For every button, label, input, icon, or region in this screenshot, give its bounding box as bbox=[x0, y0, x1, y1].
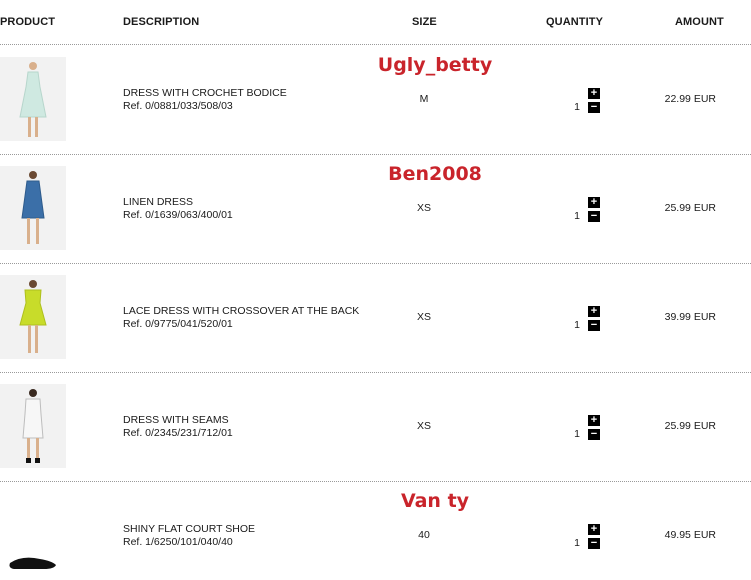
item-size: XS bbox=[416, 311, 431, 323]
item-quantity: 1 bbox=[574, 319, 580, 331]
header-product: PRODUCT bbox=[0, 16, 56, 28]
product-image[interactable] bbox=[0, 166, 66, 250]
product-image[interactable] bbox=[0, 493, 66, 577]
item-ref: Ref. 0/1639/063/400/01 bbox=[123, 209, 233, 221]
item-name[interactable]: LACE DRESS WITH CROSSOVER AT THE BACK bbox=[123, 305, 359, 318]
item-ref: Ref. 0/2345/231/712/01 bbox=[123, 427, 233, 439]
increase-quantity-button[interactable]: + bbox=[588, 524, 600, 535]
item-description: DRESS WITH SEAMS Ref. 0/2345/231/712/01 bbox=[123, 414, 233, 440]
item-size: XS bbox=[416, 420, 431, 432]
cart-row: LACE DRESS WITH CROSSOVER AT THE BACK Re… bbox=[0, 263, 751, 373]
item-amount: 49.95 EUR bbox=[664, 529, 716, 541]
dress-figure-icon bbox=[22, 389, 44, 463]
header-size: SIZE bbox=[412, 16, 437, 28]
username-label: Ugly_betty bbox=[377, 54, 493, 76]
product-image[interactable] bbox=[0, 384, 66, 468]
item-ref: Ref. 1/6250/101/040/40 bbox=[123, 536, 233, 548]
item-amount: 25.99 EUR bbox=[664, 202, 716, 214]
item-description: SHINY FLAT COURT SHOE Ref. 1/6250/101/04… bbox=[123, 523, 255, 549]
item-amount: 25.99 EUR bbox=[664, 420, 716, 432]
decrease-quantity-button[interactable]: − bbox=[588, 320, 600, 331]
username-label: Ben2008 bbox=[388, 163, 482, 185]
item-description: LINEN DRESS Ref. 0/1639/063/400/01 bbox=[123, 196, 233, 222]
username-label: Van ty bbox=[400, 490, 470, 512]
item-name[interactable]: DRESS WITH CROCHET BODICE bbox=[123, 87, 287, 100]
decrease-quantity-button[interactable]: − bbox=[588, 429, 600, 440]
item-size: M bbox=[419, 93, 429, 105]
header-amount: AMOUNT bbox=[675, 16, 724, 28]
cart-table-header: PRODUCT DESCRIPTION SIZE QUANTITY AMOUNT bbox=[0, 0, 751, 45]
item-quantity: 1 bbox=[574, 210, 580, 222]
item-description: LACE DRESS WITH CROSSOVER AT THE BACK Re… bbox=[123, 305, 359, 331]
item-description: DRESS WITH CROCHET BODICE Ref. 0/0881/03… bbox=[123, 87, 287, 113]
increase-quantity-button[interactable]: + bbox=[588, 306, 600, 317]
item-ref: Ref. 0/9775/041/520/01 bbox=[123, 318, 233, 330]
item-size: XS bbox=[416, 202, 431, 214]
increase-quantity-button[interactable]: + bbox=[588, 415, 600, 426]
item-name[interactable]: SHINY FLAT COURT SHOE bbox=[123, 523, 255, 536]
item-ref: Ref. 0/0881/033/508/03 bbox=[123, 100, 233, 112]
item-quantity: 1 bbox=[574, 101, 580, 113]
item-quantity: 1 bbox=[574, 537, 580, 549]
item-size: 40 bbox=[418, 529, 430, 541]
dress-figure-icon bbox=[19, 280, 47, 353]
item-quantity: 1 bbox=[574, 428, 580, 440]
header-quantity: QUANTITY bbox=[546, 16, 604, 28]
cart-row: Van ty SHINY FLAT COURT SHOE Ref. 1/6250… bbox=[0, 481, 751, 580]
item-amount: 22.99 EUR bbox=[664, 93, 716, 105]
item-name[interactable]: DRESS WITH SEAMS bbox=[123, 414, 233, 427]
header-description: DESCRIPTION bbox=[123, 16, 200, 28]
product-image[interactable] bbox=[0, 275, 66, 359]
dress-figure-icon bbox=[19, 62, 47, 137]
cart-row: Ben2008 LINEN DRESS Ref. 0/1639/063/400/… bbox=[0, 154, 751, 264]
shoe-icon bbox=[9, 557, 56, 569]
decrease-quantity-button[interactable]: − bbox=[588, 102, 600, 113]
item-amount: 39.99 EUR bbox=[664, 311, 716, 323]
dress-figure-icon bbox=[21, 171, 45, 244]
cart-row: Ugly_betty DRESS WITH CROCHET BODICE Ref… bbox=[0, 45, 751, 155]
product-image[interactable] bbox=[0, 57, 66, 141]
item-name[interactable]: LINEN DRESS bbox=[123, 196, 233, 209]
increase-quantity-button[interactable]: + bbox=[588, 88, 600, 99]
increase-quantity-button[interactable]: + bbox=[588, 197, 600, 208]
cart-row: DRESS WITH SEAMS Ref. 0/2345/231/712/01 … bbox=[0, 372, 751, 482]
decrease-quantity-button[interactable]: − bbox=[588, 211, 600, 222]
decrease-quantity-button[interactable]: − bbox=[588, 538, 600, 549]
